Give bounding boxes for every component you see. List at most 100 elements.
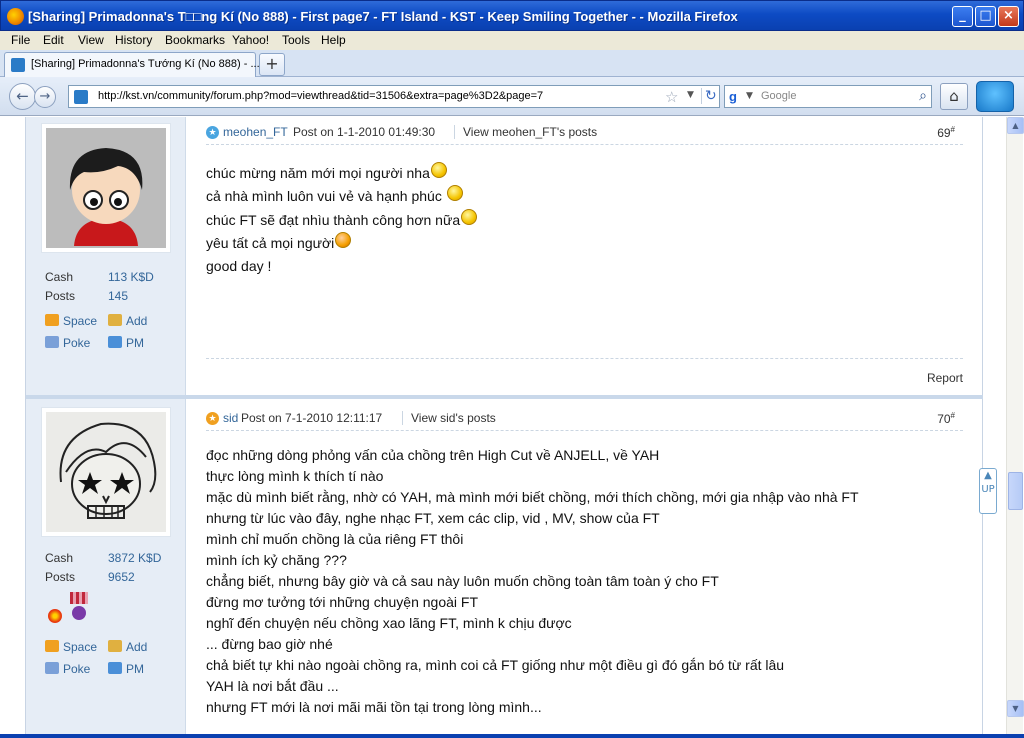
message-line: nhưng từ lúc vào đây, nghe nhạc FT, xem … [206,510,660,526]
laugh-smiley-icon [461,208,478,225]
view-posts-link[interactable]: View meohen_FT's posts [454,125,597,139]
menu-view[interactable]: View [78,33,104,47]
post-author[interactable]: meohen_FT [223,125,288,139]
home-button[interactable]: ⌂ [940,83,968,110]
handshake-icon [108,640,122,652]
post-footer-divider [206,358,963,359]
window-titlebar: [Sharing] Primadonna's T□□ng Kí (No 888)… [0,0,1024,31]
link-label[interactable]: Space [63,314,97,328]
grin-smiley-icon [446,185,463,202]
menu-bar: File Edit View History Bookmarks Yahoo! … [0,31,1024,50]
close-button[interactable]: × [998,6,1019,27]
menu-help[interactable]: Help [321,33,346,47]
window-bottom-border [0,734,1024,738]
message-line: chúc mừng năm mới mọi người nha [206,162,477,185]
avatar[interactable] [41,407,171,537]
space-link[interactable]: Space [45,640,97,654]
url-dropdown-icon[interactable]: ▼ [687,90,694,100]
medal-flower-icon [48,609,62,623]
link-label[interactable]: Space [63,640,97,654]
message-line: ... đừng bao giờ nhé [206,636,333,652]
message-line: đừng mơ tưởng tới những chuyện ngoài FT [206,594,479,610]
tab-label: [Sharing] Primadonna's Tướng Kí (No 888)… [31,58,260,70]
avatar-skull-image [46,412,166,532]
message-text: cả nhà mình luôn vui vẻ và hạnh phúc [206,188,446,205]
floor-number: 70 [937,412,951,426]
post-header: ★ meohen_FT Post on 1-1-2010 01:49:30 Vi… [206,125,963,145]
stat-cash: Cash 3872 K$D [45,551,161,565]
post: Cash 3872 K$D Posts 9652 Space Add Poke [26,399,983,734]
stat-value: 3872 K$D [108,551,162,565]
floor-number: 69 [937,126,951,140]
message-text: chúc FT sẽ đạt nhìu thành công hơn nữa [206,211,461,228]
stat-label: Posts [45,570,76,584]
message-text: chúc mừng năm mới mọi người nha [206,165,430,181]
message-line: nghĩ đến chuyện nếu chồng xao lãng FT, m… [206,615,572,631]
menu-yahoo[interactable]: Yahoo! [232,33,269,47]
link-label[interactable]: Add [126,640,147,654]
floor-mark: # [950,411,955,420]
avatar[interactable] [41,123,171,253]
online-status-icon: ★ [206,126,219,139]
link-label[interactable]: Poke [63,336,90,350]
google-icon[interactable]: g [729,89,745,105]
search-bar[interactable]: g ▼ Google ⌕ [724,85,932,108]
menu-edit[interactable]: Edit [43,33,64,47]
post-date: Post on 7-1-2010 12:11:17 [241,411,383,425]
scroll-to-top-label: UP [981,484,995,495]
post-date: Post on 1-1-2010 01:49:30 [293,125,436,139]
firefox-icon [7,8,24,25]
pm-link[interactable]: PM [108,662,144,676]
search-placeholder[interactable]: Google [761,90,796,102]
stat-cash: Cash 113 K$D [45,270,154,284]
bookmark-star-icon[interactable]: ☆ [665,88,678,106]
scroll-to-top-button[interactable]: ▲ UP [979,468,997,514]
poke-link[interactable]: Poke [45,336,90,350]
maximize-button[interactable]: □ [975,6,996,27]
url-text[interactable]: http://kst.vn/community/forum.php?mod=vi… [98,90,543,102]
stat-value[interactable]: 145 [108,289,128,303]
url-bar[interactable]: http://kst.vn/community/forum.php?mod=vi… [68,85,720,108]
site-favicon-icon [74,90,88,104]
add-friend-link[interactable]: Add [108,314,147,328]
post-author[interactable]: sid [223,411,238,425]
kiss-smiley-icon [335,231,352,248]
vertical-scrollbar[interactable]: ▲ ▼ [1006,117,1024,734]
post-author-sidebar: Cash 3872 K$D Posts 9652 Space Add Poke [26,399,186,734]
addon-icon[interactable] [976,81,1014,112]
add-friend-link[interactable]: Add [108,640,147,654]
back-button[interactable]: ← [9,83,36,110]
post-header: ★ sid Post on 7-1-2010 12:11:17 View sid… [206,411,963,431]
post-message: chúc mừng năm mới mọi người nha cả nhà m… [206,162,478,278]
link-label[interactable]: PM [126,662,144,676]
menu-file[interactable]: File [11,33,30,47]
minimize-button[interactable]: _ [952,6,973,27]
message-line: chẳng biết, nhưng bây giờ và cả sau này … [206,573,719,589]
menu-history[interactable]: History [115,33,152,47]
message-line: mặc dù mình biết rằng, nhờ có YAH, mà mì… [206,489,859,505]
poke-link[interactable]: Poke [45,662,90,676]
stat-posts: Posts 9652 [45,570,135,584]
scrollbar-thumb[interactable] [1008,472,1023,510]
reload-icon[interactable]: ↻ [701,88,717,104]
report-link[interactable]: Report [927,371,963,385]
search-icon[interactable]: ⌕ [919,88,927,104]
link-label[interactable]: PM [126,336,144,350]
view-posts-link[interactable]: View sid's posts [402,411,496,425]
space-link[interactable]: Space [45,314,97,328]
new-tab-button[interactable]: + [259,53,285,76]
scroll-up-icon[interactable]: ▲ [1007,117,1024,134]
search-engine-dropdown-icon[interactable]: ▼ [746,91,753,101]
pm-link[interactable]: PM [108,336,144,350]
menu-bookmarks[interactable]: Bookmarks [165,33,225,47]
link-label[interactable]: Add [126,314,147,328]
link-label[interactable]: Poke [63,662,90,676]
stat-value[interactable]: 9652 [108,570,135,584]
scroll-down-icon[interactable]: ▼ [1007,700,1024,717]
post-message: đọc những dòng phỏng vấn của chồng trên … [206,445,859,718]
tab-active[interactable]: [Sharing] Primadonna's Tướng Kí (No 888)… [4,52,260,77]
forward-button[interactable]: → [34,86,56,108]
menu-tools[interactable]: Tools [282,33,310,47]
crying-smiley-icon [430,162,447,178]
navigation-bar: ← → http://kst.vn/community/forum.php?mo… [0,77,1024,116]
